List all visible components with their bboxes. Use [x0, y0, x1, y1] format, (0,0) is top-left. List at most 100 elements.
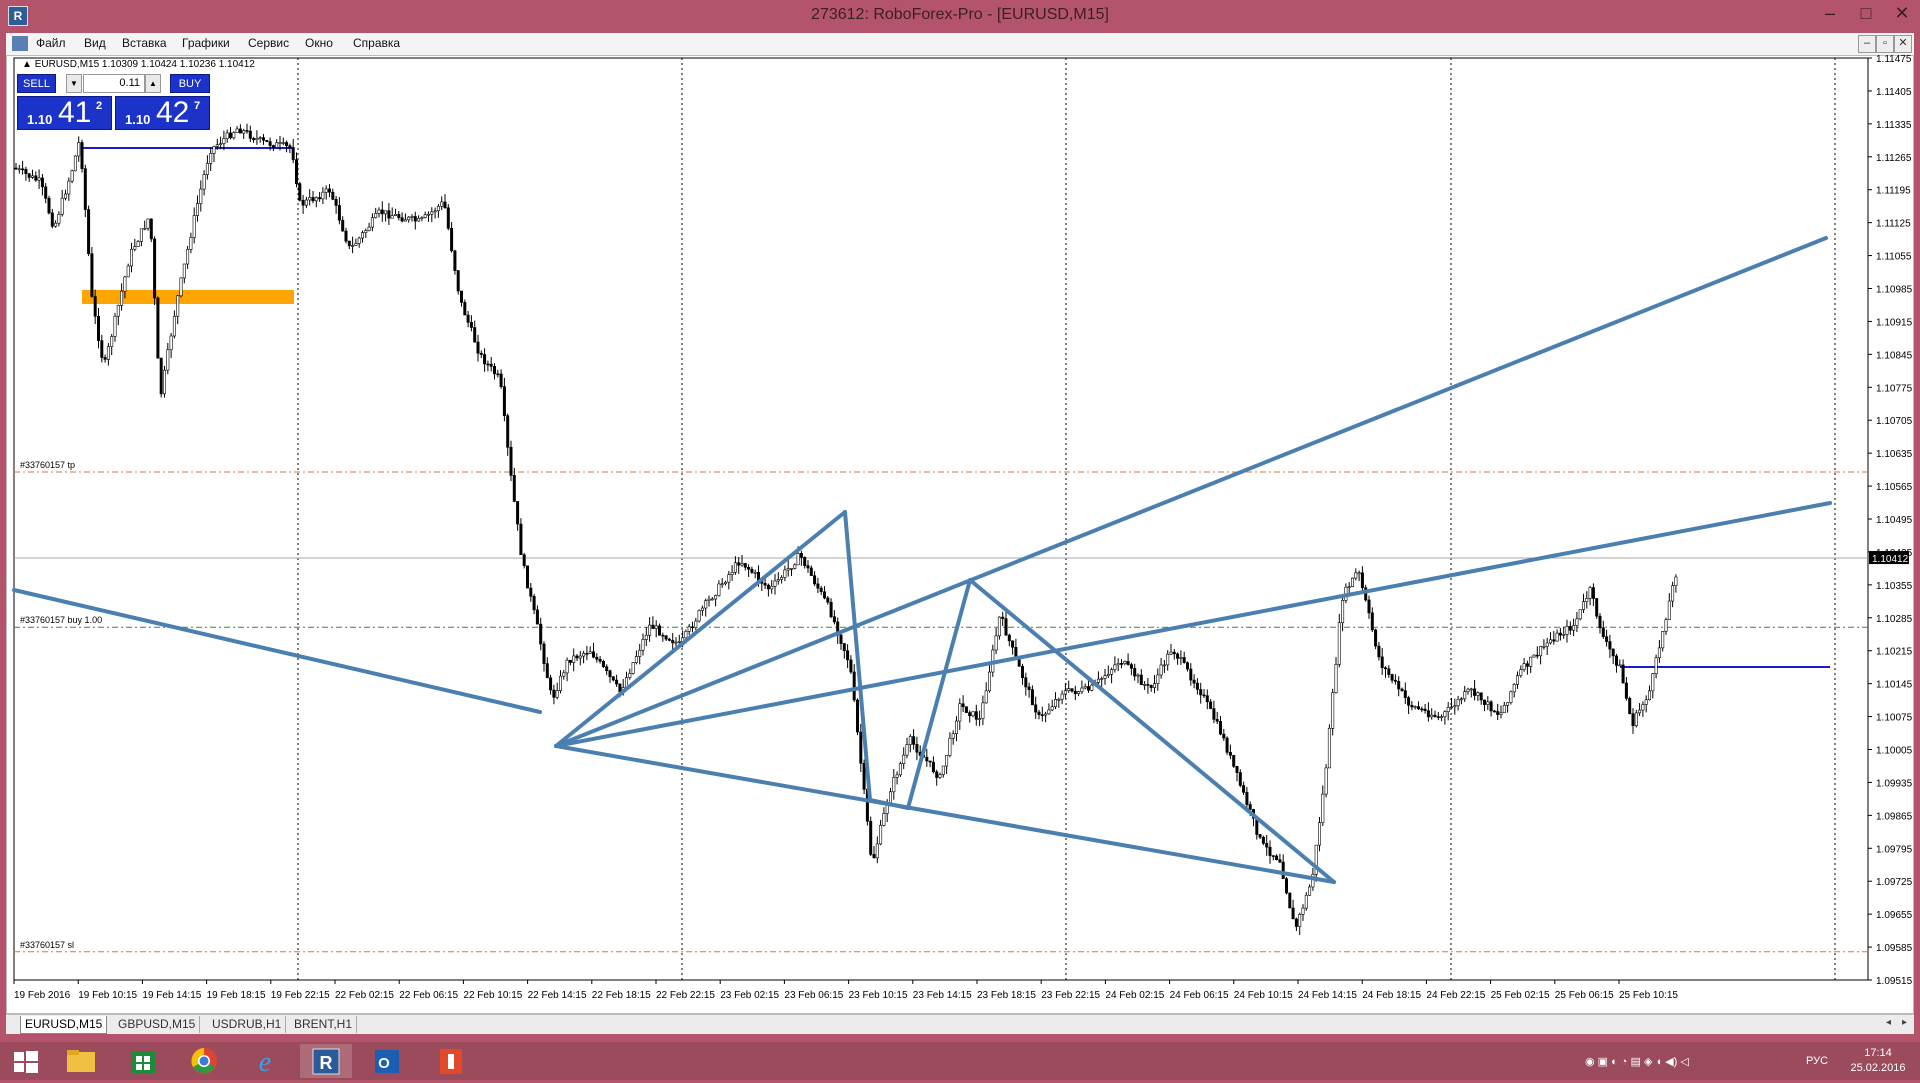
taskbar-clock[interactable]: 17:14 25.02.2016: [1848, 1046, 1908, 1076]
tab-brent-h1[interactable]: BRENT,H1: [290, 1016, 358, 1033]
candle-body: [710, 598, 714, 601]
candle-body: [555, 690, 559, 698]
roboforex-icon[interactable]: R: [300, 1044, 352, 1078]
candle-body: [502, 386, 506, 416]
candle-body: [103, 357, 107, 360]
price-chart[interactable]: 19 Feb 2016 19 Feb 10:15 19 Feb 14:15 19 Fe…: [0, 0, 1920, 1040]
chart-tab-bar: EURUSD,M15 GBPUSD,M15 USDRUB,H1 BRENT,H1…: [6, 1014, 1914, 1035]
candle-body: [1050, 706, 1054, 711]
x-tick-label: 24 Feb 02:15: [1105, 990, 1164, 1001]
candle-body: [1628, 698, 1632, 715]
candle-body: [839, 634, 843, 644]
start-icon[interactable]: [0, 1044, 52, 1078]
candle-body: [433, 210, 437, 213]
candle-body: [1182, 657, 1186, 663]
candle-body: [1096, 678, 1100, 683]
y-tick-label: 1.11195: [1876, 186, 1911, 197]
candle-body: [229, 132, 233, 139]
tab-gbpusd-m15[interactable]: GBPUSD,M15: [114, 1016, 201, 1033]
candle-body: [931, 761, 935, 773]
candle-body: [1459, 698, 1463, 701]
candle-body: [1040, 714, 1044, 716]
sell-button[interactable]: SELL: [17, 74, 56, 93]
trendline: [968, 578, 1336, 884]
candle-body: [793, 564, 797, 569]
tab-eurusd-m15[interactable]: EURUSD,M15: [20, 1016, 108, 1034]
candle-body: [499, 373, 503, 387]
candle-body: [1301, 907, 1305, 915]
internet-explorer-icon[interactable]: e: [239, 1044, 291, 1078]
candle-body: [1011, 640, 1015, 648]
y-tick-label: 1.09935: [1876, 778, 1913, 789]
chrome-icon[interactable]: [178, 1044, 230, 1078]
current-price-label: 1.10412: [1872, 554, 1909, 565]
y-tick-label: 1.10495: [1876, 515, 1913, 526]
candle-body: [423, 214, 427, 218]
language-indicator[interactable]: РУС: [1806, 1055, 1828, 1067]
y-tick-label: 1.11475: [1876, 54, 1912, 65]
candle-body: [819, 587, 823, 593]
candle-body: [539, 623, 543, 645]
y-tick-label: 1.10005: [1876, 746, 1913, 757]
candle-body: [938, 774, 942, 778]
lot-decrease-button[interactable]: ▼: [66, 74, 82, 93]
candle-body: [525, 565, 529, 589]
candle-body: [393, 214, 397, 216]
tab-scroll-left-icon[interactable]: ◂: [1886, 1017, 1891, 1028]
candle-body: [1189, 668, 1193, 681]
tray-icons[interactable]: ◉ ▣ ◐ ◔ ▤ ◈ ◖ ◀) ◁: [1585, 1055, 1689, 1068]
x-tick-label: 23 Feb 22:15: [1041, 990, 1100, 1001]
lot-input[interactable]: 0.11: [83, 74, 145, 93]
candle-body: [1591, 587, 1595, 599]
y-tick-label: 1.09655: [1876, 910, 1913, 921]
file-explorer-icon[interactable]: [55, 1044, 107, 1078]
outlook-icon[interactable]: O: [361, 1044, 413, 1078]
tab-usdrub-h1[interactable]: USDRUB,H1: [208, 1016, 287, 1033]
chart-menu-icon[interactable]: ▲: [22, 59, 32, 70]
candle-body: [968, 712, 972, 717]
y-tick-label: 1.10075: [1876, 713, 1913, 724]
store-icon[interactable]: [117, 1044, 169, 1078]
candle-body: [268, 141, 272, 146]
candle-body: [799, 553, 803, 558]
candle-body: [1278, 859, 1282, 863]
candle-body: [24, 168, 28, 174]
candle-body: [271, 145, 275, 148]
candle-body: [595, 656, 599, 660]
bid-price-box[interactable]: 1.10 41 2: [17, 96, 112, 130]
candle-body: [892, 777, 896, 793]
candle-body: [549, 677, 553, 691]
candle-body: [1133, 667, 1137, 677]
candle-body: [707, 598, 711, 601]
candle-body: [456, 270, 460, 292]
candle-body: [1037, 711, 1041, 715]
candle-body: [951, 733, 955, 739]
tab-scroll-right-icon[interactable]: ▸: [1902, 1017, 1907, 1028]
candle-body: [809, 567, 813, 576]
candle-body: [611, 676, 615, 681]
ask-price-box[interactable]: 1.10 42 7: [115, 96, 210, 130]
candle-body: [733, 562, 737, 573]
candle-body: [987, 671, 991, 692]
candle-body: [935, 771, 939, 778]
candle-body: [1261, 836, 1265, 844]
candle-body: [654, 625, 658, 629]
trendline: [554, 501, 1832, 748]
candle-body: [1258, 834, 1262, 838]
svg-text:e: e: [259, 1047, 271, 1078]
candle-body: [1552, 639, 1556, 642]
candle-body: [1648, 690, 1652, 701]
candle-body: [40, 177, 44, 188]
buy-button[interactable]: BUY: [170, 74, 210, 93]
candle-body: [1621, 664, 1625, 684]
candle-body: [822, 591, 826, 599]
media-app-icon[interactable]: [425, 1044, 477, 1078]
candle-body: [994, 635, 998, 651]
lot-increase-button[interactable]: ▲: [145, 74, 161, 93]
candle-body: [459, 290, 463, 303]
candle-body: [1525, 663, 1529, 667]
candle-body: [529, 587, 533, 597]
candle-body: [852, 671, 856, 701]
candle-body: [1024, 677, 1028, 688]
candle-body: [17, 168, 21, 171]
